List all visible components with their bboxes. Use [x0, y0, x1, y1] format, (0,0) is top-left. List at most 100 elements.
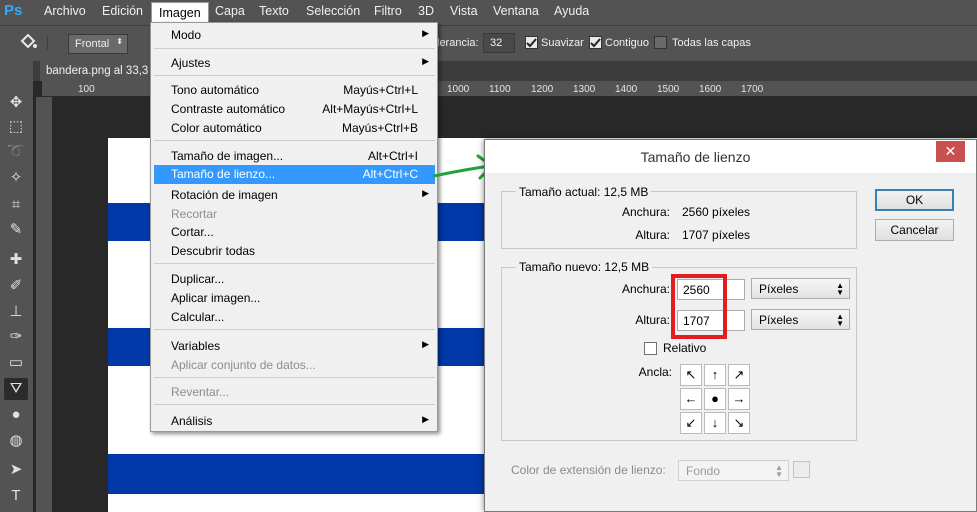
menu-separator [154, 75, 435, 76]
menu-item-cortar[interactable]: Cortar... [154, 223, 435, 242]
relative-checkbox[interactable] [644, 342, 657, 355]
updown-icon: ▲ ▼ [836, 312, 844, 328]
anchor-top-icon[interactable]: ↑ [704, 364, 726, 386]
paint-bucket-tool-icon[interactable]: ⛛ [4, 378, 28, 400]
updown-icon: ▲ ▼ [775, 463, 783, 479]
healing-brush-tool-icon[interactable]: ✚ [4, 249, 28, 271]
width-unit-value: Píxeles [759, 282, 799, 296]
brush-tool-icon[interactable]: ✐ [4, 275, 28, 297]
lasso-tool-icon[interactable]: ➰ [4, 141, 28, 163]
anchor-bottom-right-icon[interactable]: ↘ [728, 412, 750, 434]
menu-3d[interactable]: 3D [418, 4, 434, 18]
menu-item-modo[interactable]: Modo ▶ [154, 26, 435, 45]
menu-item-reventar[interactable]: Reventar... [154, 383, 435, 402]
current-size-group [501, 191, 857, 249]
current-width-label: Anchura: [621, 205, 670, 219]
annotation-highlight-box [671, 274, 727, 339]
magic-wand-tool-icon[interactable]: ✧ [4, 167, 28, 189]
menu-item-label: Aplicar conjunto de datos... [171, 358, 316, 372]
menu-item-descubrir-todas[interactable]: Descubrir todas [154, 242, 435, 261]
menu-archivo[interactable]: Archivo [44, 4, 86, 18]
anchor-top-right-icon[interactable]: ↗ [728, 364, 750, 386]
menu-item-shortcut: Alt+Ctrl+C [362, 167, 418, 181]
blur-tool-icon[interactable]: ● [4, 404, 28, 426]
submenu-arrow-icon: ▶ [422, 28, 429, 38]
menu-ayuda[interactable]: Ayuda [554, 4, 589, 18]
ruler-tick: 1400 [615, 84, 638, 95]
anchor-label: Ancla: [638, 365, 672, 379]
menu-item-label: Reventar... [171, 385, 230, 399]
anchor-left-icon[interactable]: ← [680, 388, 702, 410]
menu-item-aplicar-conjunto-datos[interactable]: Aplicar conjunto de datos... [154, 356, 435, 375]
contiguous-checkbox[interactable] [589, 36, 602, 49]
anchor-bottom-icon[interactable]: ↓ [704, 412, 726, 434]
move-tool-icon[interactable]: ✥ [4, 92, 28, 114]
crop-tool-icon[interactable]: ⌗ [4, 194, 28, 216]
menu-ventana[interactable]: Ventana [493, 4, 539, 18]
menu-item-shortcut: Alt+Mayús+Ctrl+L [322, 102, 418, 116]
eyedropper-tool-icon[interactable]: ✎ [4, 219, 28, 241]
menu-item-label: Modo [171, 28, 202, 42]
height-unit-select[interactable]: Píxeles ▲ ▼ [751, 309, 850, 330]
options-bar: Frontal ⬍ lerancia: 32 Suavizar Contiguo… [0, 25, 977, 61]
menu-item-label: Tamaño de imagen... [171, 149, 284, 163]
eraser-tool-icon[interactable]: ▭ [4, 352, 28, 374]
anchor-top-left-icon[interactable]: ↖ [680, 364, 702, 386]
stamp-tool-icon[interactable]: ⊥ [4, 301, 28, 323]
menu-item-tamano-imagen[interactable]: Tamaño de imagen... Alt+Ctrl+I [154, 147, 435, 166]
menu-item-label: Color automático [171, 121, 262, 135]
path-selection-tool-icon[interactable]: ➤ [4, 459, 28, 481]
width-unit-select[interactable]: Píxeles ▲ ▼ [751, 278, 850, 299]
menu-item-variables[interactable]: Variables ▶ [154, 337, 435, 356]
imagen-dropdown-menu: Modo ▶ Ajustes ▶ Tono automático Mayús+Ctrl… [150, 22, 438, 432]
menu-item-tono-automatico[interactable]: Tono automático Mayús+Ctrl+L [154, 81, 435, 100]
menu-item-analisis[interactable]: Análisis ▶ [154, 412, 435, 431]
close-button[interactable]: ✕ [936, 141, 965, 162]
ruler-tick: 1600 [699, 84, 722, 95]
menu-item-contraste-automatico[interactable]: Contraste automático Alt+Mayús+Ctrl+L [154, 100, 435, 119]
extension-color-select[interactable]: Fondo ▲ ▼ [678, 460, 789, 481]
menu-item-calcular[interactable]: Calcular... [154, 308, 435, 327]
menu-filtro[interactable]: Filtro [374, 4, 402, 18]
menu-imagen[interactable]: Imagen [151, 2, 209, 23]
menu-item-label: Tono automático [171, 83, 260, 97]
menu-item-label: Ajustes [171, 56, 211, 70]
anchor-center-icon[interactable]: ● [704, 388, 726, 410]
ok-button[interactable]: OK [875, 189, 954, 211]
extension-color-swatch[interactable] [793, 461, 810, 478]
type-tool-icon[interactable]: T [4, 485, 28, 507]
antialias-checkbox[interactable] [525, 36, 538, 49]
cancel-button[interactable]: Cancelar [875, 219, 954, 241]
anchor-right-icon[interactable]: → [728, 388, 750, 410]
ruler-tick: 1700 [741, 84, 764, 95]
vertical-ruler [36, 97, 52, 512]
dodge-tool-icon[interactable]: ◍ [4, 430, 28, 452]
ruler-tick: 1500 [657, 84, 680, 95]
marquee-tool-icon[interactable]: ⬚ [4, 116, 28, 138]
menu-separator [154, 404, 435, 405]
menu-item-color-automatico[interactable]: Color automático Mayús+Ctrl+B [154, 119, 435, 138]
menu-texto[interactable]: Texto [259, 4, 289, 18]
document-tab[interactable]: bandera.png al 33,3 [40, 61, 158, 81]
menu-item-ajustes[interactable]: Ajustes ▶ [154, 54, 435, 73]
anchor-bottom-left-icon[interactable]: ↙ [680, 412, 702, 434]
dialog-title: Tamaño de lienzo [485, 140, 976, 173]
menu-item-tamano-lienzo[interactable]: Tamaño de lienzo... Alt+Ctrl+C [154, 165, 435, 184]
menu-item-recortar[interactable]: Recortar [154, 205, 435, 224]
submenu-arrow-icon: ▶ [422, 414, 429, 424]
menu-separator [154, 377, 435, 378]
menu-vista[interactable]: Vista [450, 4, 478, 18]
paint-bucket-icon[interactable] [18, 33, 40, 53]
menu-edicion[interactable]: Edición [102, 4, 143, 18]
menu-capa[interactable]: Capa [215, 4, 245, 18]
tolerance-input[interactable]: 32 [483, 33, 515, 53]
menu-seleccion[interactable]: Selección [306, 4, 360, 18]
relative-label: Relativo [663, 341, 707, 355]
ruler-tick: 1000 [447, 84, 470, 95]
all-layers-checkbox[interactable] [654, 36, 667, 49]
history-brush-tool-icon[interactable]: ✑ [4, 326, 28, 348]
fill-source-select[interactable]: Frontal ⬍ [68, 34, 128, 54]
menu-item-aplicar-imagen[interactable]: Aplicar imagen... [154, 289, 435, 308]
menu-item-duplicar[interactable]: Duplicar... [154, 270, 435, 289]
menu-item-rotacion-imagen[interactable]: Rotación de imagen ▶ [154, 186, 435, 205]
